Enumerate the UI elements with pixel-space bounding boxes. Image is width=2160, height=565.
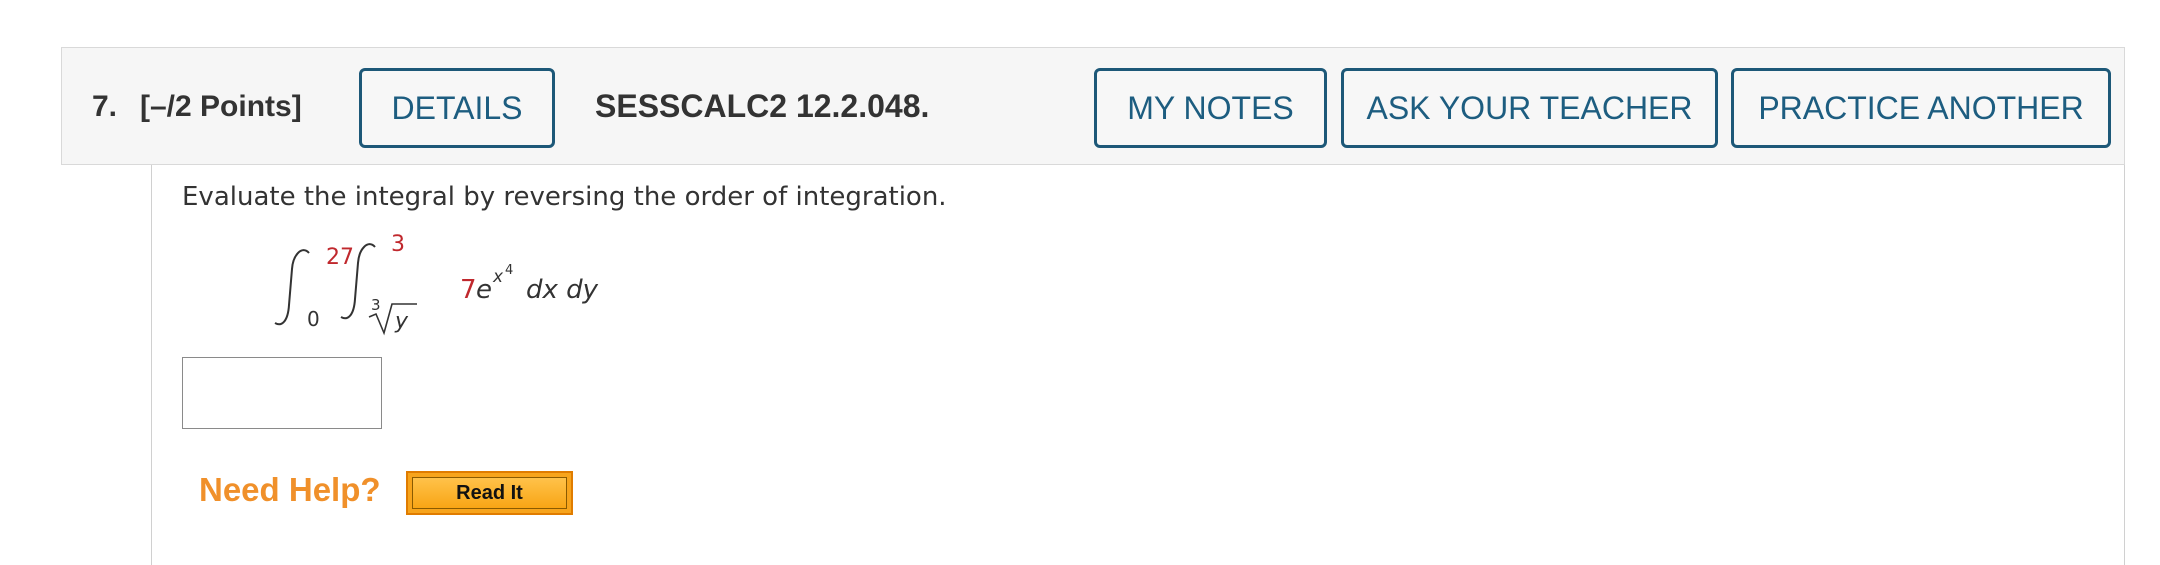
read-it-label: Read It bbox=[412, 477, 567, 509]
inner-upper-limit: 3 bbox=[391, 232, 405, 257]
practice-another-button[interactable]: PRACTICE ANOTHER bbox=[1731, 68, 2111, 148]
outer-lower-limit: 0 bbox=[307, 307, 320, 331]
ask-your-teacher-button[interactable]: ASK YOUR TEACHER bbox=[1341, 68, 1718, 148]
details-button[interactable]: DETAILS bbox=[359, 68, 555, 148]
need-help-label: Need Help? bbox=[199, 471, 381, 508]
integral-expression: 27 0 3 3 y 7 e x 4 dx dy bbox=[274, 232, 599, 336]
read-it-button[interactable]: Read It bbox=[406, 471, 573, 515]
question-body: Evaluate the integral by reversing the o… bbox=[151, 165, 2125, 565]
radicand: y bbox=[394, 309, 409, 334]
exponent-variable: x bbox=[492, 267, 504, 287]
my-notes-button[interactable]: MY NOTES bbox=[1094, 68, 1327, 148]
outer-upper-limit: 27 bbox=[326, 245, 354, 270]
outer-integral-sign bbox=[274, 249, 310, 326]
exponent-power: 4 bbox=[505, 263, 513, 278]
integrand-base: e bbox=[476, 275, 492, 305]
question-number: 7. bbox=[92, 90, 118, 123]
integrand-coefficient: 7 bbox=[460, 275, 477, 305]
cube-root-index: 3 bbox=[371, 296, 381, 314]
answer-input[interactable] bbox=[182, 357, 382, 429]
question-points: [–/2 Points] bbox=[140, 90, 302, 123]
question-header: 7. [–/2 Points] DETAILS SESSCALC2 12.2.0… bbox=[61, 47, 2125, 165]
differentials: dx dy bbox=[526, 275, 599, 305]
question-code: SESSCALC2 12.2.048. bbox=[595, 88, 930, 124]
